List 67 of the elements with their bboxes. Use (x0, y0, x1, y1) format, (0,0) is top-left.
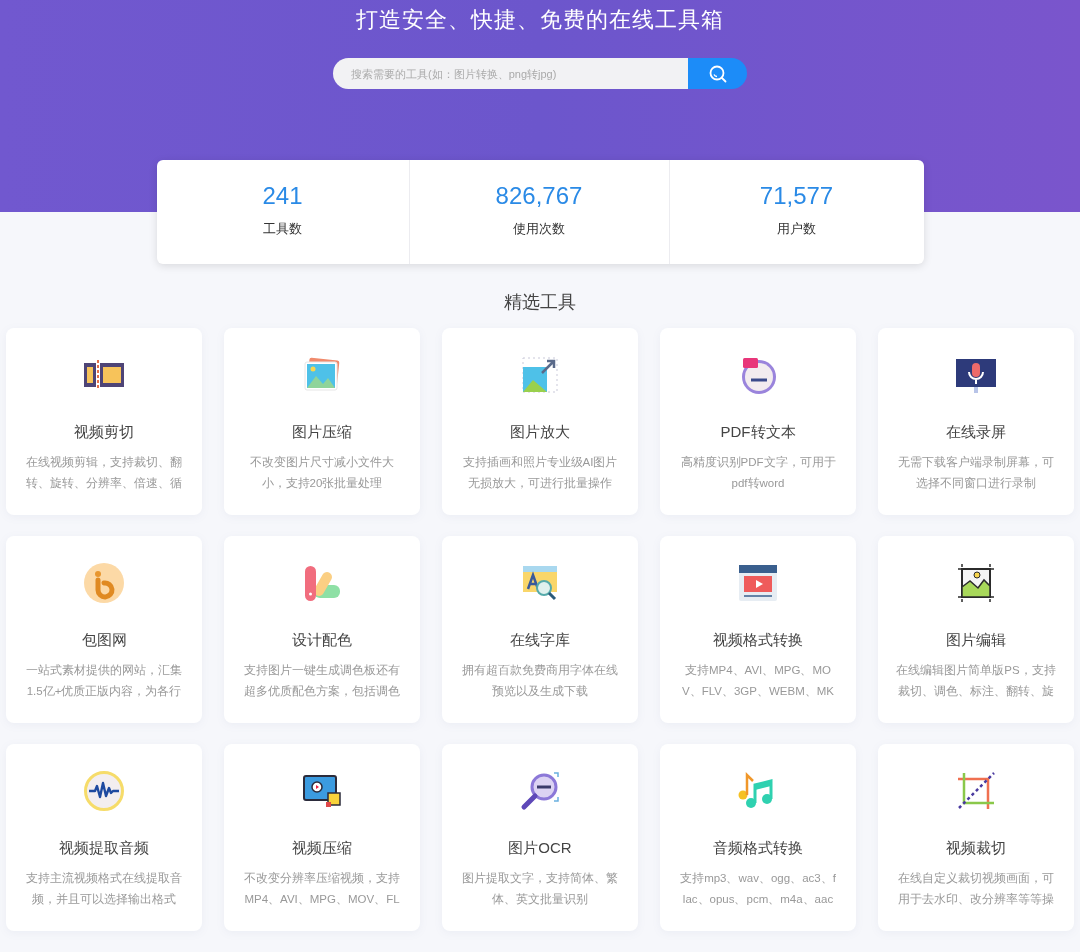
video-screen-icon (302, 773, 342, 809)
font-magnifier-icon (520, 563, 560, 603)
tool-name: 视频压缩 (292, 839, 352, 858)
tool-card[interactable]: 包图网 一站式素材提供的网站，汇集 1.5亿+优质正版内容，为各行 (6, 536, 202, 723)
tool-description: 不改变分辨率压缩视频，支持 MP4、AVI、MPG、MOV、FL (244, 871, 400, 907)
tool-name: 视频格式转换 (713, 631, 803, 650)
stat-label: 工具数 (263, 220, 302, 238)
tool-card[interactable]: 在线录屏 无需下载客户端录制屏幕，可 选择不同窗口进行录制 (878, 328, 1074, 515)
tool-card[interactable]: 图片编辑 在线编辑图片简单版PS，支持 裁切、调色、标注、翻转、旋 (878, 536, 1074, 723)
tool-card[interactable]: 视频提取音频 支持主流视频格式在线提取音 频，并且可以选择输出格式 (6, 744, 202, 931)
stat-label: 使用次数 (513, 220, 565, 238)
tool-description: 一站式素材提供的网站，汇集 1.5亿+优质正版内容，为各行 (26, 663, 182, 699)
stat-value: 241 (262, 182, 303, 210)
tool-description: 不改变图片尺寸减小文件大 小，支持20张批量处理 (250, 455, 394, 491)
sound-wave-icon (84, 771, 124, 811)
tool-card[interactable]: 图片放大 支持插画和照片专业级AI图片 无损放大，可进行批量操作 (442, 328, 638, 515)
tool-name: PDF转文本 (720, 423, 796, 442)
tool-name: 图片OCR (508, 839, 572, 858)
tool-description: 支持图片一键生成调色板还有 超多优质配色方案，包括调色 (244, 663, 400, 699)
tool-card[interactable]: 视频剪切 在线视频剪辑，支持裁切、翻 转、旋转、分辨率、倍速、循 (6, 328, 202, 515)
logo-icon (84, 563, 124, 603)
image-enlarge-icon (520, 355, 560, 395)
tool-name: 图片编辑 (946, 631, 1006, 650)
crop-icon (956, 771, 996, 811)
tool-name: 图片放大 (510, 423, 570, 442)
stat-value: 826,767 (495, 182, 583, 210)
search-icon (707, 63, 728, 84)
tool-name: 设计配色 (292, 631, 352, 650)
color-swatch-icon (302, 563, 342, 603)
tool-name: 包图网 (81, 631, 127, 650)
tool-name: 在线字库 (510, 631, 570, 650)
section-title: 精选工具 (503, 291, 577, 314)
tool-description: 支持mp3、wav、ogg、ac3、f lac、opus、pcm、m4a、aac (680, 871, 836, 907)
tool-card[interactable]: 设计配色 支持图片一键生成调色板还有 超多优质配色方案，包括调色 (224, 536, 420, 723)
tool-name: 视频提取音频 (59, 839, 149, 858)
tool-description: 在线编辑图片简单版PS，支持 裁切、调色、标注、翻转、旋 (896, 663, 1056, 699)
tool-description: 支持插画和照片专业级AI图片 无损放大，可进行批量操作 (462, 455, 618, 491)
tool-description: 在线视频剪辑，支持裁切、翻 转、旋转、分辨率、倍速、循 (26, 455, 182, 491)
tool-card[interactable]: 视频格式转换 支持MP4、AVI、MPG、MO V、FLV、3GP、WEBM、MK (660, 536, 856, 723)
tool-description: 无需下载客户端录制屏幕，可 选择不同窗口进行录制 (898, 455, 1054, 491)
search-field[interactable]: 搜索需要的工具(如：图片转换、png转jpg) (333, 58, 688, 89)
tool-card[interactable]: 图片OCR 图片提取文字，支持简体、繁 体、英文批量识别 (442, 744, 638, 931)
tool-card[interactable]: 图片压缩 不改变图片尺寸减小文件大 小，支持20张批量处理 (224, 328, 420, 515)
tool-card[interactable]: 视频压缩 不改变分辨率压缩视频，支持 MP4、AVI、MPG、MOV、FL (224, 744, 420, 931)
stat-value: 71,577 (759, 182, 834, 210)
stat-label: 用户数 (777, 220, 816, 238)
video-player-icon (738, 564, 778, 602)
tool-card[interactable]: 视频裁切 在线自定义裁切视频画面，可 用于去水印、改分辨率等等操 (878, 744, 1074, 931)
hero-title: 打造安全、快捷、免费的在线工具箱 (356, 6, 724, 34)
tool-description: 高精度识别PDF文字，可用于 pdf转word (680, 455, 836, 491)
tool-description: 拥有超百款免费商用字体在线 预览以及生成下载 (462, 663, 618, 699)
tool-name: 视频剪切 (74, 423, 134, 442)
tool-name: 在线录屏 (946, 423, 1006, 442)
tool-description: 在线自定义裁切视频画面，可 用于去水印、改分辨率等等操 (898, 871, 1054, 907)
tool-card[interactable]: PDF转文本 高精度识别PDF文字，可用于 pdf转word (660, 328, 856, 515)
tool-description: 图片提取文字，支持简体、繁 体、英文批量识别 (462, 871, 618, 907)
tool-name: 图片压缩 (292, 423, 352, 442)
search-button[interactable] (688, 58, 747, 89)
tool-name: 视频裁切 (946, 839, 1006, 858)
photo-stack-icon (302, 356, 342, 394)
tool-name: 音频格式转换 (713, 839, 803, 858)
image-edit-icon (956, 563, 996, 603)
tool-card[interactable]: 音频格式转换 支持mp3、wav、ogg、ac3、f lac、opus、pcm、m4a、aac (660, 744, 856, 931)
tool-card[interactable]: 在线字库 拥有超百款免费商用字体在线 预览以及生成下载 (442, 536, 638, 723)
tool-description: 支持MP4、AVI、MPG、MO V、FLV、3GP、WEBM、MK (682, 663, 834, 699)
magnifier-icon (520, 771, 560, 811)
tool-description: 支持主流视频格式在线提取音 频，并且可以选择输出格式 (26, 871, 182, 907)
